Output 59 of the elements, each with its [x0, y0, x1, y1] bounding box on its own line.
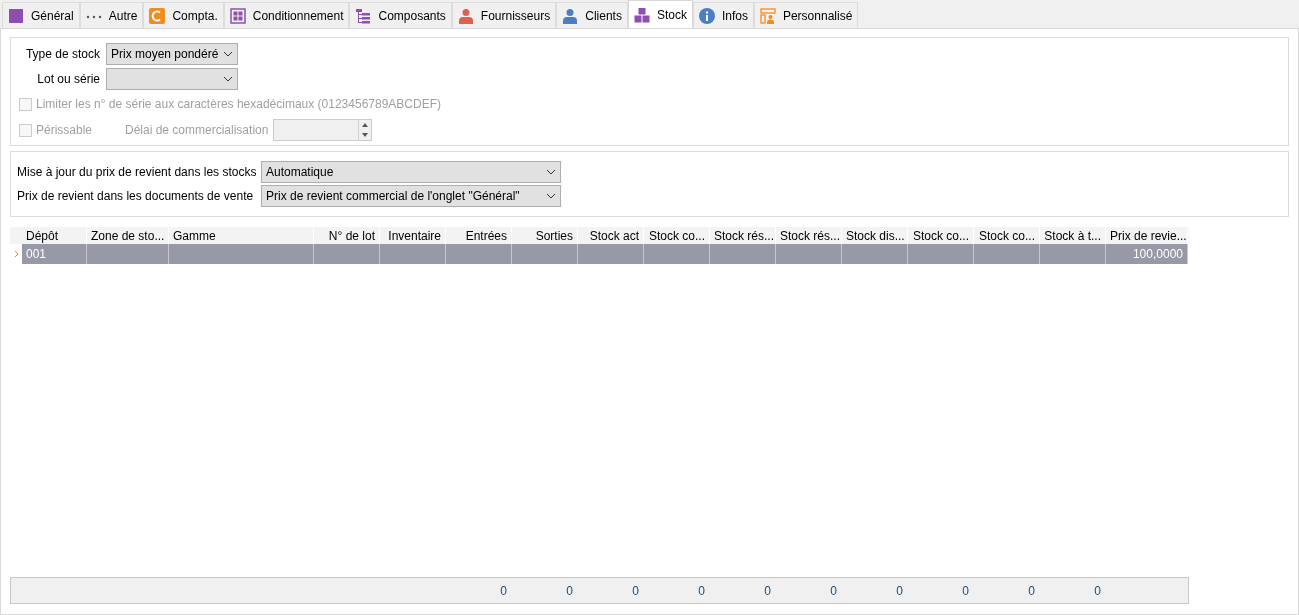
- tab[interactable]: Autre: [79, 2, 144, 28]
- tab[interactable]: Conditionnement: [223, 2, 350, 28]
- total-value: 0: [830, 582, 837, 600]
- total-value: 0: [566, 582, 573, 600]
- field-label: Type de stock: [24, 46, 100, 63]
- info-icon: [698, 7, 715, 24]
- table-cell: [578, 244, 644, 264]
- field-label: Lot ou série: [36, 71, 100, 88]
- table-cell: [776, 244, 842, 264]
- person-icon: [562, 7, 579, 24]
- blocks-icon: [633, 6, 650, 23]
- tab[interactable]: Infos: [692, 2, 754, 28]
- square-icon: [8, 7, 24, 24]
- tab[interactable]: Clients: [556, 2, 628, 28]
- total-value: 0: [500, 582, 507, 600]
- table-cell: [1040, 244, 1106, 264]
- tab[interactable]: Compta.: [143, 2, 224, 28]
- total-value: 0: [698, 582, 705, 600]
- table-cell: [314, 244, 380, 264]
- table-cell: 100,0000: [1106, 244, 1188, 264]
- tab[interactable]: Composants: [349, 2, 452, 28]
- table-cell: [842, 244, 908, 264]
- table-cell: [446, 244, 512, 264]
- table-cell: [710, 244, 776, 264]
- total-value: 0: [896, 582, 903, 600]
- table-cell: [974, 244, 1040, 264]
- table-cell: [380, 244, 446, 264]
- stock-type-dropdown[interactable]: Prix moyen pondéré: [106, 43, 238, 65]
- table-cell: 001: [22, 244, 87, 264]
- c-letter-icon: [149, 7, 166, 24]
- sales-cost-dropdown[interactable]: Prix de revient commercial de l'onglet "Général": [261, 185, 561, 207]
- tab[interactable]: Stock: [627, 0, 693, 28]
- chevron-down-icon: [546, 192, 556, 200]
- total-value: 0: [1094, 582, 1101, 600]
- grid-icon: [229, 7, 246, 24]
- total-value: 0: [962, 582, 969, 600]
- table-cell: [512, 244, 578, 264]
- row-pointer-icon: [13, 250, 19, 258]
- total-value: 0: [632, 582, 639, 600]
- chevron-down-icon: [223, 75, 233, 83]
- field-label: Prix de revient dans les documents de vente: [17, 188, 255, 205]
- chevron-down-icon: [546, 168, 556, 176]
- field-label: Délai de commercialisation: [125, 122, 269, 139]
- chevron-down-icon: [223, 50, 233, 58]
- person-icon: [457, 7, 474, 24]
- tab[interactable]: Fournisseurs: [451, 2, 557, 28]
- total-value: 0: [1028, 582, 1035, 600]
- tab[interactable]: Général: [2, 2, 80, 28]
- checkbox-label: Limiter les n° de série aux caractères hexadécimaux (0123456789ABCDEF): [36, 96, 441, 113]
- tree-icon: [355, 7, 372, 24]
- total-value: 0: [764, 582, 771, 600]
- field-label: Mise à jour du prix de revient dans les stocks: [17, 164, 257, 181]
- tab[interactable]: Personnalisé: [753, 2, 859, 28]
- layout-icon: [759, 7, 776, 24]
- cost-update-dropdown[interactable]: Automatique: [261, 161, 561, 183]
- lot-series-dropdown[interactable]: [106, 68, 238, 90]
- table-cell: [644, 244, 710, 264]
- table-cell: [908, 244, 974, 264]
- checkbox-label: Périssable: [36, 122, 93, 139]
